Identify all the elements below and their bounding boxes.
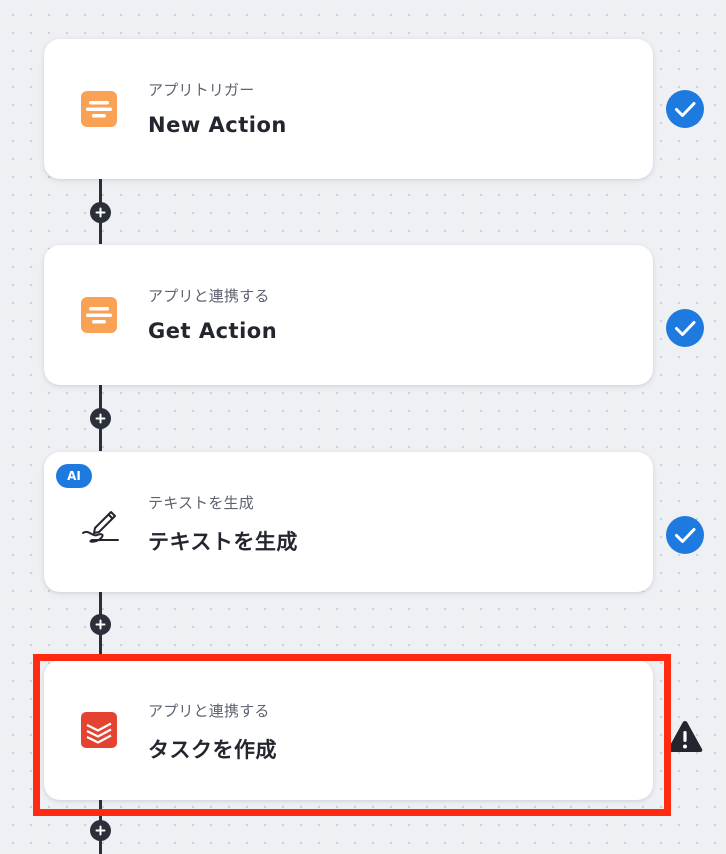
flow-step-card[interactable]: AI テキストを生成 テキストを生成 (44, 452, 653, 592)
pen-write-icon (81, 504, 119, 543)
step-title: テキストを生成 (148, 530, 298, 554)
form-app-icon (81, 297, 117, 333)
flow-step-card[interactable]: アプリトリガー New Action (44, 39, 653, 179)
add-step-button[interactable] (90, 820, 111, 841)
check-icon (665, 515, 705, 555)
add-step-button[interactable] (90, 408, 111, 429)
step-title: Get Action (148, 319, 278, 343)
flow-step-card[interactable]: アプリと連携する Get Action (44, 245, 653, 385)
add-step-button[interactable] (90, 202, 111, 223)
step-title: タスクを作成 (148, 738, 277, 762)
ai-badge: AI (56, 464, 92, 488)
check-icon (665, 308, 705, 348)
step-subtitle: アプリトリガー (148, 81, 255, 99)
add-step-button[interactable] (90, 614, 111, 635)
warning-icon (665, 717, 705, 757)
todoist-icon (81, 712, 117, 748)
check-icon (665, 89, 705, 129)
plus-icon (95, 825, 106, 836)
plus-icon (95, 207, 106, 218)
plus-icon (95, 619, 106, 630)
form-app-icon (81, 91, 117, 127)
plus-icon (95, 413, 106, 424)
step-subtitle: テキストを生成 (148, 494, 254, 512)
step-subtitle: アプリと連携する (148, 287, 270, 305)
step-subtitle: アプリと連携する (148, 702, 270, 720)
flow-step-card[interactable]: アプリと連携する タスクを作成 (44, 660, 653, 800)
step-title: New Action (148, 113, 287, 137)
